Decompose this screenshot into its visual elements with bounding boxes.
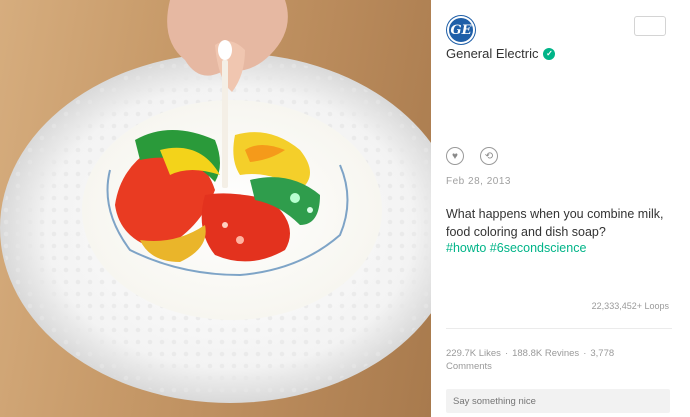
avatar[interactable]: GE (447, 16, 475, 44)
separator: · (504, 348, 509, 359)
post-caption: What happens when you combine milk, food… (446, 207, 664, 239)
revine-icon[interactable]: ⟲ (480, 147, 498, 165)
verified-badge-icon: ✓ (543, 47, 556, 60)
hashtag-link[interactable]: #6secondscience (490, 241, 587, 255)
post-stats: 229.7K Likes · 188.8K Revines · 3,778 Commen… (446, 347, 656, 373)
heart-icon[interactable]: ♥ (446, 147, 464, 165)
video-frame (0, 0, 431, 403)
revines-count[interactable]: 188.8K Revines (512, 348, 579, 359)
author-row: General Electric ✓ (446, 46, 556, 61)
hashtag-link[interactable]: #howto (446, 241, 486, 255)
likes-count[interactable]: 229.7K Likes (446, 348, 501, 359)
video-player[interactable] (0, 0, 431, 417)
comment-input[interactable] (446, 389, 670, 413)
post-date: Feb 28, 2013 (446, 176, 511, 187)
hashtags: #howto #6secondscience (446, 241, 586, 255)
follow-button[interactable] (634, 16, 666, 36)
post-sidebar: GE General Electric ✓ ♥ ⟲ Feb 28, 2013 W… (431, 0, 690, 417)
loop-count: 22,333,452+ Loops (591, 301, 669, 311)
separator: · (583, 348, 587, 359)
divider (446, 328, 672, 329)
author-name[interactable]: General Electric (446, 46, 538, 61)
action-bar: ♥ ⟲ (446, 147, 498, 165)
